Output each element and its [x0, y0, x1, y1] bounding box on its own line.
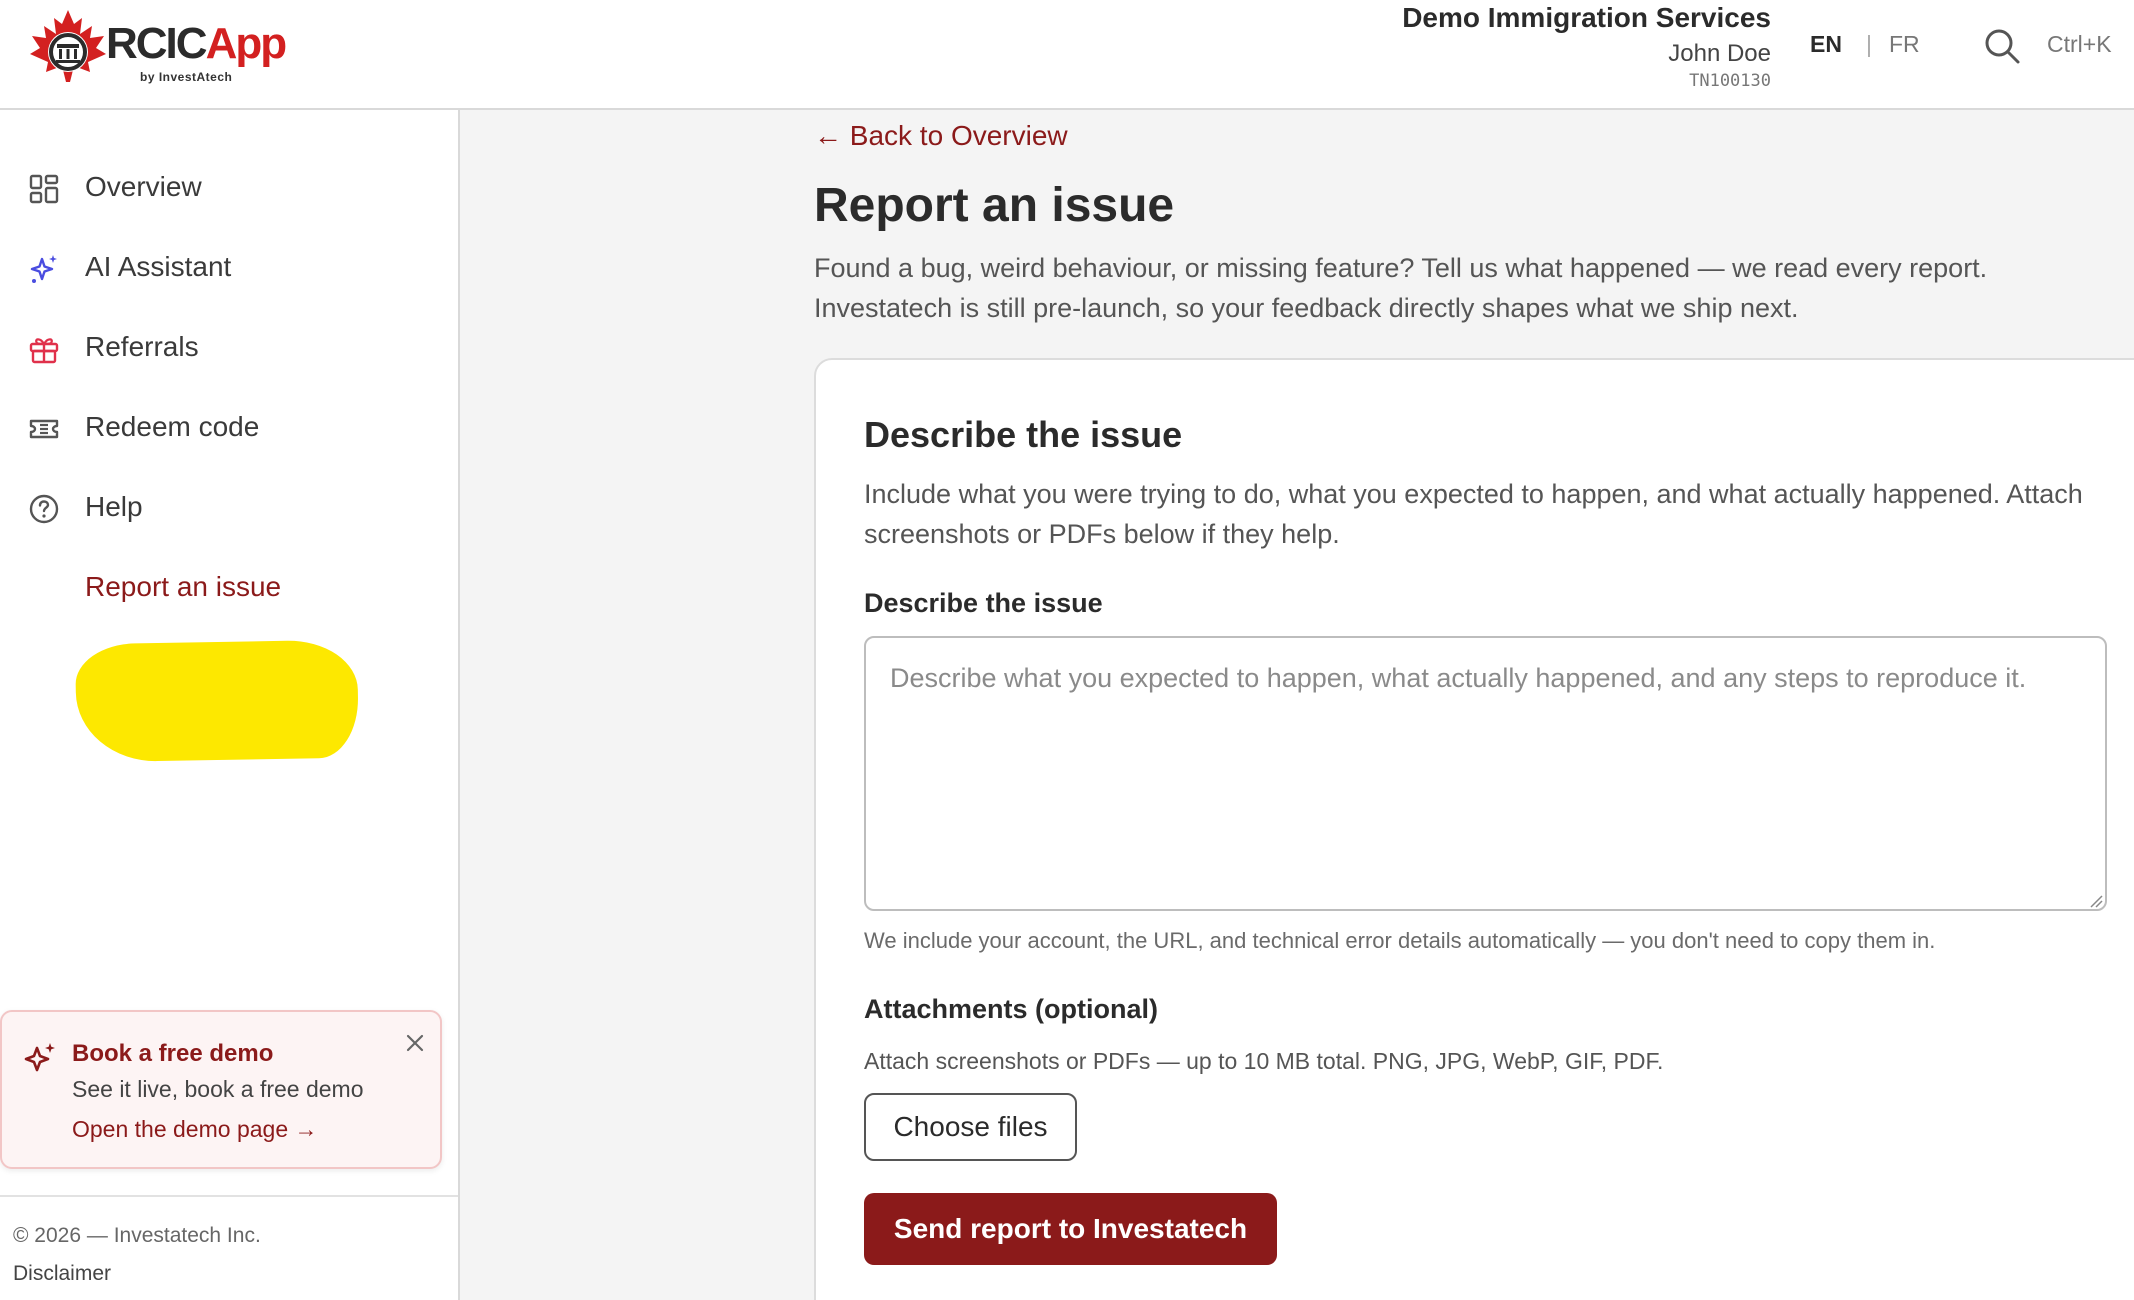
sidebar-item-label: Redeem code [85, 411, 260, 442]
sidebar-item-label: Report an issue [85, 571, 282, 602]
language-separator: | [1866, 31, 1872, 57]
back-to-overview-link[interactable]: ← Back to Overview [814, 120, 1068, 152]
sidebar-item-label: Referrals [85, 331, 199, 362]
sidebar-item-label: AI Assistant [85, 251, 232, 282]
book-demo-card: Book a free demo See it live, book a fre… [0, 1010, 442, 1169]
search-shortcut-hint: Ctrl+K [2047, 31, 2112, 57]
grid-icon [29, 174, 59, 204]
top-bar: RCICApp by InvestAtech Demo Immigration … [0, 0, 2134, 110]
help-circle-icon [29, 494, 59, 524]
sidebar-item-label: Overview [85, 171, 202, 202]
demo-card-title: Book a free demo [72, 1040, 274, 1067]
user-id: TN100130 [1689, 71, 1771, 91]
sidebar-item-help[interactable]: Help [6, 471, 434, 543]
sidebar-item-overview[interactable]: Overview [6, 151, 434, 223]
page-title: Report an issue [814, 179, 1175, 232]
card-description: Include what you were trying to do, what… [864, 479, 2083, 549]
language-en-button[interactable]: EN [1810, 31, 1842, 58]
sidebar-item-report-issue[interactable]: Report an issue [6, 551, 434, 623]
resize-handle-icon[interactable] [2089, 894, 2103, 908]
close-icon[interactable] [402, 1030, 428, 1056]
gift-icon [29, 338, 59, 364]
app-logo[interactable]: RCICApp by InvestAtech [28, 8, 288, 88]
issue-description-textarea[interactable] [864, 636, 2107, 911]
sidebar-item-referrals[interactable]: Referrals [6, 311, 434, 383]
highlight-annotation [74, 639, 360, 763]
open-demo-link[interactable]: Open the demo page → [72, 1116, 318, 1143]
page-description: Found a bug, weird behaviour, or missing… [814, 253, 1988, 323]
ticket-icon [29, 419, 59, 439]
demo-card-subtitle: See it live, book a free demo [72, 1076, 364, 1102]
logo-wordmark: RCICApp [106, 19, 287, 68]
search-icon[interactable] [1982, 26, 2022, 66]
language-fr-button[interactable]: FR [1889, 31, 1920, 58]
card-title: Describe the issue [864, 414, 1183, 455]
issue-field-label: Describe the issue [864, 588, 1103, 618]
sidebar-footer-divider [0, 1195, 458, 1197]
attachments-help-text: Attach screenshots or PDFs — up to 10 MB… [864, 1048, 1664, 1074]
sparkle-icon [24, 1043, 55, 1072]
account-info[interactable]: Demo Immigration Services John Doe TN100… [1402, 4, 1771, 92]
maple-leaf-logo-icon [30, 10, 106, 82]
send-report-button[interactable]: Send report to Investatech [864, 1193, 1277, 1265]
issue-field-helper-text: We include your account, the URL, and te… [864, 928, 1936, 953]
sidebar-item-redeem-code[interactable]: Redeem code [6, 391, 434, 463]
disclaimer-link[interactable]: Disclaimer [13, 1262, 111, 1286]
sparkle-icon [30, 255, 57, 283]
sidebar-item-label: Help [85, 491, 143, 522]
logo-tagline: by InvestAtech [140, 70, 233, 84]
user-name: John Doe [1668, 40, 1771, 67]
attachments-label: Attachments (optional) [864, 994, 1158, 1024]
choose-files-button[interactable]: Choose files [864, 1093, 1077, 1161]
copyright-text: © 2026 — Investatech Inc. [13, 1224, 261, 1247]
sidebar-item-ai-assistant[interactable]: AI Assistant [6, 231, 434, 303]
organization-name: Demo Immigration Services [1402, 2, 1771, 33]
